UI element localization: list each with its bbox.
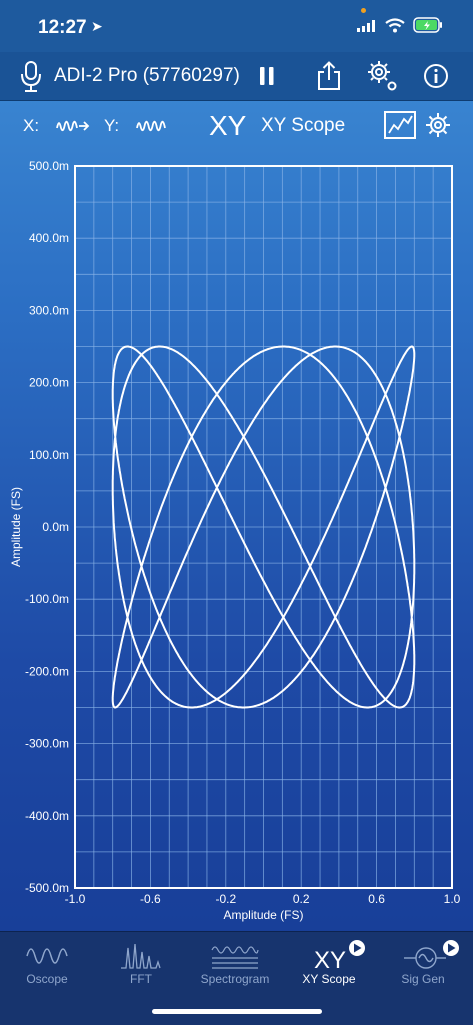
share-icon[interactable] <box>316 61 342 91</box>
tab-spectrogram-label: Spectrogram <box>200 972 270 986</box>
pause-icon[interactable] <box>259 66 275 86</box>
x-tick-label: 0.2 <box>293 892 310 906</box>
y-axis-label: Amplitude (FS) <box>9 487 23 567</box>
device-toolbar: ADI-2 Pro (57760297) <box>0 52 473 101</box>
y-tick-label: -500.0m <box>25 881 69 895</box>
oscilloscope-wave-icon <box>26 948 68 964</box>
tab-fft[interactable]: FFT <box>94 932 188 1002</box>
x-tick-label: -1.0 <box>65 892 86 906</box>
y-tick-label: -200.0m <box>25 664 69 678</box>
x-tick-label: 0.6 <box>368 892 385 906</box>
x-axis-label: Amplitude (FS) <box>223 908 303 922</box>
home-indicator <box>152 1009 322 1014</box>
microphone-icon[interactable] <box>20 60 42 94</box>
battery-charging-icon <box>413 17 442 33</box>
wifi-icon <box>385 18 405 33</box>
x-tick-label: -0.6 <box>140 892 161 906</box>
y-tick-label: 400.0m <box>29 231 69 245</box>
x-channel-label: X: <box>23 116 40 135</box>
info-icon[interactable] <box>423 63 449 89</box>
tab-xy-scope[interactable]: XY XY Scope <box>282 932 376 1002</box>
mode-title: XY Scope <box>261 115 346 136</box>
xy-scope-canvas[interactable]: 500.0m 400.0m 300.0m 200.0m 100.0m 0.0m -100.0… <box>0 150 473 930</box>
tab-fft-label: FFT <box>130 972 152 986</box>
tab-sig-gen-label: Sig Gen <box>401 972 445 986</box>
y-tick-label: 500.0m <box>29 159 69 173</box>
display-options-icon[interactable] <box>384 111 416 139</box>
privacy-indicator-dot <box>361 8 366 13</box>
scope-settings-icon[interactable] <box>425 112 451 138</box>
spectrogram-icon <box>211 946 259 969</box>
fft-spectrum-icon <box>121 943 161 969</box>
cellular-signal-icon <box>357 20 375 32</box>
y-tick-labels: 500.0m 400.0m 300.0m 200.0m 100.0m 0.0m -100.0… <box>25 159 69 895</box>
xy-scope-icon: XY <box>314 940 365 972</box>
mode-symbol: XY <box>209 110 247 141</box>
y-tick-label: 300.0m <box>29 303 69 317</box>
device-name[interactable]: ADI-2 Pro (57760297) <box>54 65 240 87</box>
tab-oscope[interactable]: Oscope <box>0 932 94 1002</box>
y-tick-label: 200.0m <box>29 376 69 390</box>
tab-xy-scope-label: XY Scope <box>302 972 356 986</box>
svg-text:XY: XY <box>314 947 346 972</box>
tab-oscope-label: Oscope <box>26 972 68 986</box>
y-channel-label: Y: <box>104 116 120 135</box>
y-tick-label: -400.0m <box>25 809 69 823</box>
y-tick-label: 0.0m <box>42 520 69 534</box>
y-tick-label: 100.0m <box>29 448 69 462</box>
status-time: 12:27 <box>38 17 87 38</box>
x-channel-waveform-icon[interactable] <box>55 116 91 136</box>
tab-spectrogram[interactable]: Spectrogram <box>188 932 282 1002</box>
x-tick-label: -0.2 <box>215 892 236 906</box>
device-settings-icon[interactable] <box>366 60 400 94</box>
x-tick-labels: -1.0 -0.6 -0.2 0.2 0.6 1.0 <box>65 892 461 906</box>
signal-generator-icon <box>404 940 459 969</box>
y-tick-label: -100.0m <box>25 592 69 606</box>
y-tick-label: -300.0m <box>25 737 69 751</box>
x-tick-label: 1.0 <box>444 892 461 906</box>
location-arrow-icon: ➤ <box>91 18 103 34</box>
status-bar: 12:27 ➤ <box>0 0 473 52</box>
channel-bar: X: Y: XY XY Scope <box>0 100 473 150</box>
tab-sig-gen[interactable]: Sig Gen <box>376 932 470 1002</box>
xy-scope-plot[interactable]: 500.0m 400.0m 300.0m 200.0m 100.0m 0.0m -100.0… <box>0 150 473 930</box>
y-channel-waveform-icon[interactable] <box>135 116 171 136</box>
